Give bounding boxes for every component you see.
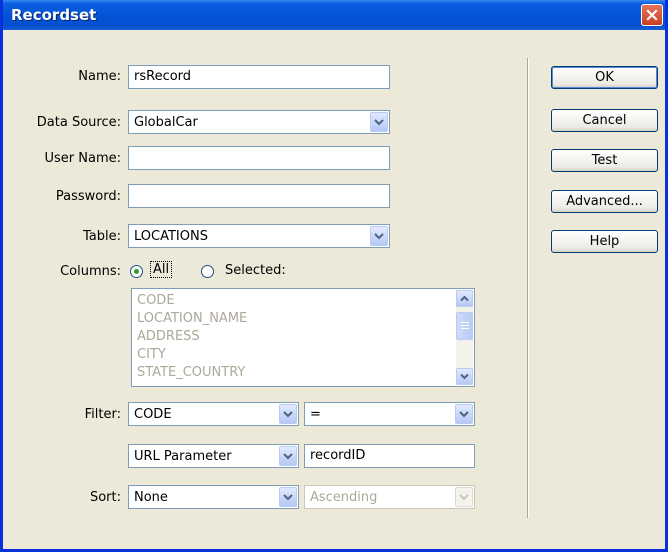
scroll-up-button[interactable]: [456, 290, 473, 307]
cancel-button[interactable]: Cancel: [551, 109, 658, 132]
columns-selected-label[interactable]: Selected:: [225, 263, 286, 278]
datasource-select[interactable]: GlobalCar: [128, 110, 390, 134]
table-value: LOCATIONS: [134, 229, 208, 244]
list-item[interactable]: ADDRESS: [137, 329, 200, 344]
ok-button[interactable]: OK: [551, 66, 658, 89]
columns-all-radio[interactable]: [130, 265, 143, 278]
chevron-down-icon: [460, 373, 469, 380]
dropdown-button[interactable]: [279, 446, 297, 466]
username-label: User Name:: [44, 151, 122, 166]
filter-source-select[interactable]: URL Parameter: [128, 444, 299, 468]
password-field[interactable]: [128, 184, 390, 208]
columns-label: Columns:: [60, 264, 121, 279]
vertical-divider: [527, 58, 529, 518]
chevron-down-icon: [283, 411, 293, 418]
filter-source-value: URL Parameter: [134, 449, 232, 464]
list-item[interactable]: CODE: [137, 293, 175, 308]
filter-value-field[interactable]: recordID: [304, 444, 475, 468]
dropdown-button[interactable]: [370, 112, 388, 132]
listbox-scrollbar[interactable]: [456, 290, 473, 385]
list-item[interactable]: STATE_COUNTRY: [137, 365, 245, 380]
datasource-label: Data Source:: [36, 115, 121, 130]
chevron-down-icon: [374, 233, 384, 240]
sort-column-value: None: [134, 490, 168, 505]
list-item[interactable]: CITY: [137, 347, 166, 362]
radio-selected-dot: [134, 269, 139, 274]
advanced-button[interactable]: Advanced...: [551, 190, 658, 213]
filter-column-select[interactable]: CODE: [128, 402, 299, 426]
chevron-down-icon: [459, 411, 469, 418]
sort-order-value: Ascending: [310, 490, 378, 505]
chevron-down-icon: [459, 494, 469, 501]
scroll-thumb[interactable]: [456, 312, 473, 340]
chevron-up-icon: [460, 295, 469, 302]
dropdown-button[interactable]: [279, 487, 297, 507]
filter-column-value: CODE: [134, 407, 172, 422]
name-field[interactable]: rsRecord: [128, 65, 390, 89]
dropdown-button[interactable]: [370, 226, 388, 246]
chevron-down-icon: [374, 119, 384, 126]
chevron-down-icon: [283, 453, 293, 460]
recordset-dialog: Recordset Name: rsRecord Data Source: Gl…: [0, 0, 668, 552]
dropdown-button[interactable]: [455, 404, 473, 424]
dropdown-button: [455, 487, 473, 507]
scroll-down-button[interactable]: [456, 368, 473, 385]
sort-column-select[interactable]: None: [128, 485, 299, 509]
chevron-down-icon: [283, 494, 293, 501]
columns-selected-radio[interactable]: [201, 265, 214, 278]
table-select[interactable]: LOCATIONS: [128, 224, 390, 248]
name-label: Name:: [78, 69, 121, 84]
username-field[interactable]: [128, 146, 390, 170]
list-item[interactable]: LOCATION_NAME: [137, 311, 247, 326]
filter-label: Filter:: [84, 407, 121, 422]
table-label: Table:: [83, 229, 121, 244]
close-button[interactable]: [641, 4, 663, 26]
columns-all-label[interactable]: All: [149, 261, 173, 278]
title-bar[interactable]: Recordset: [3, 0, 665, 30]
columns-listbox[interactable]: CODE LOCATION_NAME ADDRESS CITY STATE_CO…: [131, 288, 475, 387]
dropdown-button[interactable]: [279, 404, 297, 424]
datasource-value: GlobalCar: [134, 115, 198, 130]
filter-operator-value: =: [310, 407, 321, 422]
window-title: Recordset: [11, 6, 97, 24]
close-icon: [646, 9, 658, 21]
sort-label: Sort:: [89, 490, 121, 505]
help-button[interactable]: Help: [551, 230, 658, 253]
password-label: Password:: [55, 189, 121, 204]
test-button[interactable]: Test: [551, 149, 658, 172]
filter-operator-select[interactable]: =: [304, 402, 475, 426]
sort-order-select: Ascending: [304, 485, 475, 509]
